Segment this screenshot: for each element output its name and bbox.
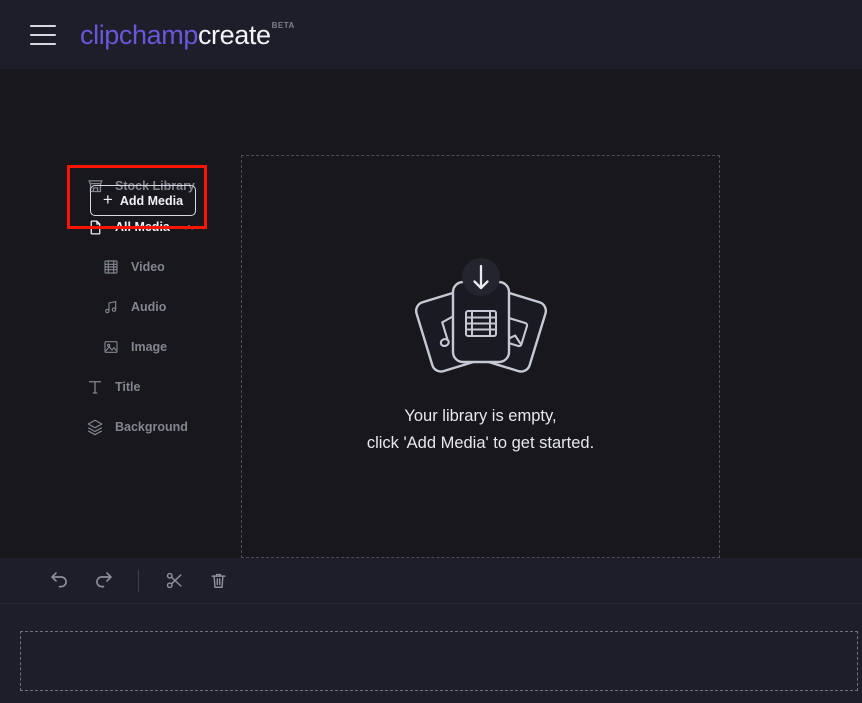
music-note-icon	[102, 298, 120, 316]
image-icon	[102, 338, 120, 356]
hamburger-icon[interactable]	[30, 24, 56, 45]
timeline-track[interactable]	[20, 631, 858, 691]
document-icon	[86, 218, 104, 236]
layers-icon	[86, 418, 104, 436]
brand-name-primary: clipchamp	[80, 19, 198, 50]
sidebar: + Add Media Stock Library All Media Vide…	[0, 69, 241, 558]
brand-logo[interactable]: clipchamp create BETA	[80, 20, 295, 50]
media-cards-upload-icon	[406, 257, 556, 377]
hamburger-bar	[30, 24, 56, 27]
split-button[interactable]	[161, 568, 187, 594]
sidebar-item-image[interactable]: Image	[0, 327, 241, 367]
workspace: + Add Media Stock Library All Media Vide…	[0, 69, 862, 558]
sidebar-item-label: Audio	[131, 300, 167, 314]
sidebar-item-audio[interactable]: Audio	[0, 287, 241, 327]
sidebar-item-background[interactable]: Background	[0, 407, 241, 447]
hamburger-bar	[30, 42, 56, 45]
undo-button[interactable]	[46, 568, 72, 594]
text-icon	[86, 378, 104, 396]
redo-button[interactable]	[90, 568, 116, 594]
add-media-button[interactable]: + Add Media	[90, 185, 196, 216]
timeline-toolbar	[0, 558, 862, 604]
empty-library-line2: click 'Add Media' to get started.	[366, 433, 595, 452]
sidebar-item-label: Image	[131, 340, 168, 354]
film-icon	[102, 258, 120, 276]
sidebar-item-video[interactable]: Video	[0, 247, 241, 287]
app-header: clipchamp create BETA	[0, 0, 862, 69]
hamburger-bar	[30, 33, 56, 36]
sidebar-item-label: All Media	[115, 220, 170, 234]
media-library-panel: Your library is empty, click 'Add Media'…	[241, 69, 862, 558]
beta-badge: BETA	[271, 20, 295, 30]
media-dropzone[interactable]: Your library is empty, click 'Add Media'…	[241, 155, 720, 558]
sidebar-item-title[interactable]: Title	[0, 367, 241, 407]
toolbar-divider	[138, 569, 139, 592]
brand-name-secondary: create	[197, 19, 271, 50]
delete-button[interactable]	[205, 568, 231, 594]
sidebar-item-label: Title	[115, 380, 141, 394]
empty-library-message: Your library is empty, click 'Add Media'…	[367, 403, 594, 457]
sidebar-item-label: Video	[131, 260, 165, 274]
empty-library-line1: Your library is empty,	[404, 406, 557, 425]
chevron-up-icon[interactable]	[184, 222, 194, 232]
timeline-area	[0, 604, 862, 703]
add-media-label: Add Media	[119, 193, 184, 208]
sidebar-item-label: Background	[115, 420, 188, 434]
